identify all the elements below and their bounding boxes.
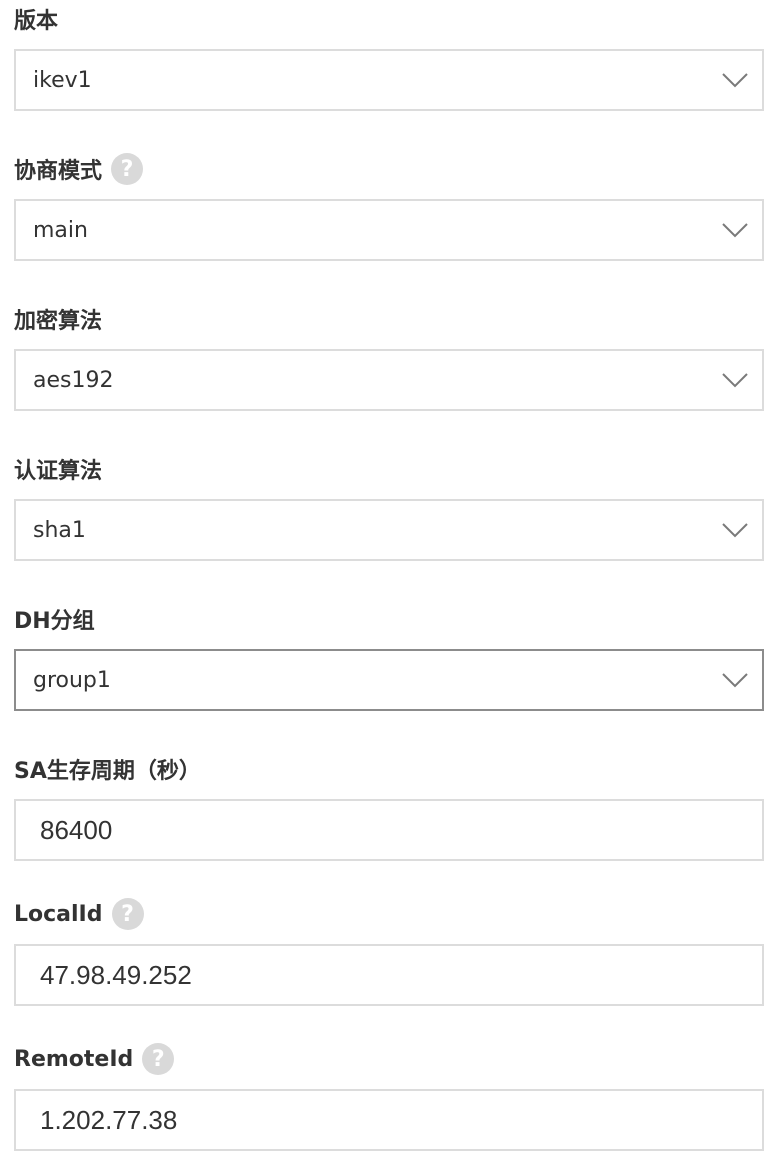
negotiation-mode-select[interactable]: main bbox=[14, 199, 764, 261]
local-id-input[interactable] bbox=[16, 946, 762, 1004]
local-id-label-text: LocalId bbox=[14, 901, 103, 927]
chevron-down-icon bbox=[722, 222, 748, 238]
auth-algorithm-label-text: 认证算法 bbox=[14, 459, 103, 484]
remote-id-label-text: RemoteId bbox=[14, 1046, 134, 1072]
dh-group-select[interactable]: group1 bbox=[14, 649, 764, 711]
question-mark-icon[interactable]: ? bbox=[142, 1043, 175, 1075]
chevron-down-icon bbox=[722, 72, 748, 88]
auth-algorithm-select-value: sha1 bbox=[33, 517, 86, 543]
version-label: 版本 bbox=[14, 4, 58, 34]
remote-id-label: RemoteId ? bbox=[14, 1043, 175, 1075]
negotiation-mode-label-text: 协商模式 bbox=[14, 159, 103, 184]
sa-lifetime-input[interactable] bbox=[16, 801, 762, 859]
remote-id-field[interactable] bbox=[14, 1089, 764, 1151]
chevron-down-icon bbox=[722, 372, 748, 388]
chevron-down-icon bbox=[722, 672, 748, 688]
encryption-algorithm-select-value: aes192 bbox=[33, 367, 114, 393]
sa-lifetime-field[interactable] bbox=[14, 799, 764, 861]
negotiation-mode-label: 协商模式 ? bbox=[14, 153, 144, 185]
local-id-label: LocalId ? bbox=[14, 898, 144, 930]
encryption-algorithm-select[interactable]: aes192 bbox=[14, 349, 764, 411]
version-select-value: ikev1 bbox=[33, 67, 92, 93]
version-label-text: 版本 bbox=[14, 9, 59, 34]
auth-algorithm-label: 认证算法 bbox=[14, 454, 102, 484]
dh-group-label: DH分组 bbox=[14, 604, 95, 634]
encryption-algorithm-label-text: 加密算法 bbox=[14, 309, 103, 334]
remote-id-input[interactable] bbox=[16, 1091, 762, 1149]
chevron-down-icon bbox=[722, 522, 748, 538]
encryption-algorithm-label: 加密算法 bbox=[14, 304, 102, 334]
negotiation-mode-select-value: main bbox=[33, 217, 88, 243]
version-select[interactable]: ikev1 bbox=[14, 49, 764, 111]
dh-group-label-text: DH分组 bbox=[14, 609, 95, 634]
local-id-field[interactable] bbox=[14, 944, 764, 1006]
dh-group-select-value: group1 bbox=[33, 667, 111, 693]
sa-lifetime-label: SA生存周期（秒） bbox=[14, 754, 201, 784]
auth-algorithm-select[interactable]: sha1 bbox=[14, 499, 764, 561]
question-mark-icon[interactable]: ? bbox=[111, 898, 144, 930]
question-mark-icon[interactable]: ? bbox=[111, 153, 144, 185]
sa-lifetime-label-text: SA生存周期（秒） bbox=[14, 759, 201, 784]
